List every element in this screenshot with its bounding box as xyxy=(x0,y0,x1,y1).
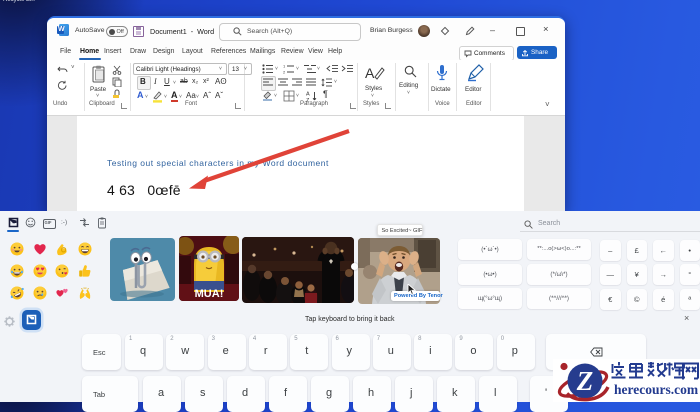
svg-text:MUA!: MUA! xyxy=(195,288,224,300)
svg-text:1: 1 xyxy=(283,64,286,69)
svg-text:A: A xyxy=(365,65,375,81)
svg-text:2: 2 xyxy=(283,70,286,75)
svg-text:Z: Z xyxy=(576,366,594,396)
svg-text:A: A xyxy=(306,92,310,98)
